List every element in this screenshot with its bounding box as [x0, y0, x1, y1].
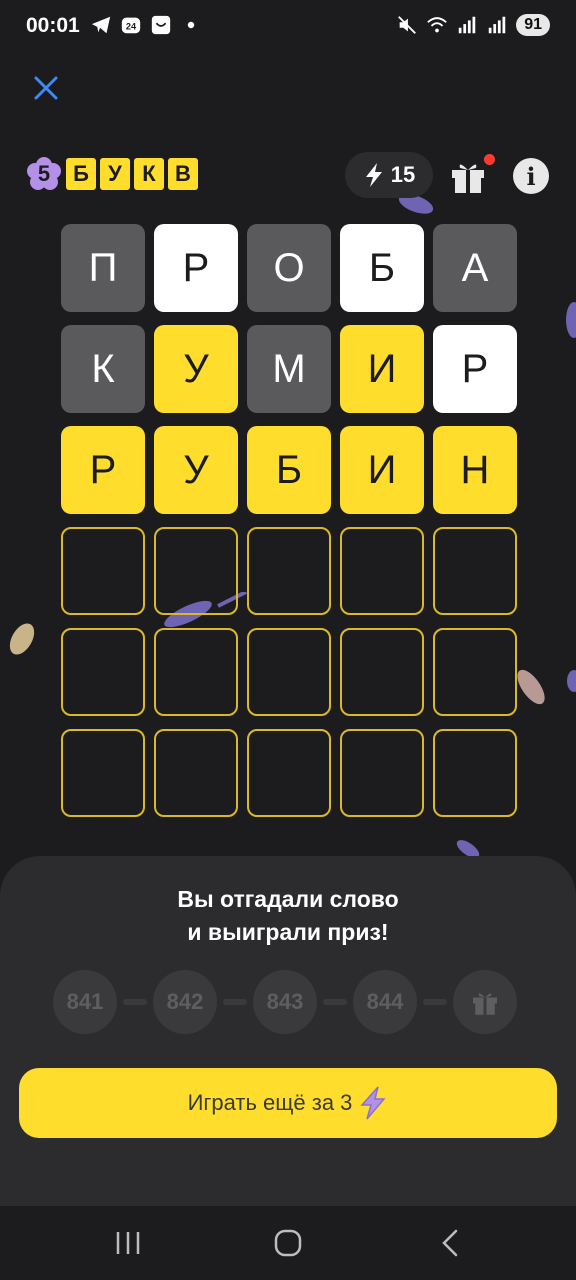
logo-letter: Б: [66, 158, 96, 190]
energy-count: 15: [390, 162, 416, 187]
close-icon[interactable]: [28, 70, 64, 106]
empty-tile: [154, 729, 238, 817]
play-again-label: Играть ещё за 3: [187, 1090, 353, 1115]
empty-tile: [61, 628, 145, 716]
result-line-1: Вы отгадали слово: [177, 886, 399, 912]
letter-tile: У: [154, 426, 238, 514]
info-icon[interactable]: i: [513, 158, 549, 194]
empty-tile: [433, 729, 517, 817]
letter-tile: М: [247, 325, 331, 413]
decorative-leaf: [517, 669, 545, 705]
letter-tile: Р: [433, 325, 517, 413]
empty-tile: [247, 628, 331, 716]
progress-connector: [123, 999, 147, 1005]
progress-step: 843: [253, 970, 317, 1034]
logo-number: 5: [37, 161, 51, 186]
progress-step: 844: [353, 970, 417, 1034]
empty-tile: [433, 527, 517, 615]
progress-connector: [323, 999, 347, 1005]
empty-tile: [154, 527, 238, 615]
progress-step: 842: [153, 970, 217, 1034]
progress-connector: [423, 999, 447, 1005]
logo-letter: В: [168, 158, 198, 190]
empty-tile: [340, 628, 424, 716]
letter-tile: Р: [154, 224, 238, 312]
progress-connector: [223, 999, 247, 1005]
prize-progress: 841 842 843 844: [53, 970, 517, 1034]
svg-text:24: 24: [126, 22, 137, 32]
lightning-icon: [360, 1086, 387, 1120]
notification-dot: [484, 154, 495, 165]
letter-tile: О: [247, 224, 331, 312]
decorative-leaf: [566, 302, 576, 338]
progress-gift-step: [453, 970, 517, 1034]
result-message: Вы отгадали слово и выиграли приз!: [0, 883, 576, 949]
game-board: ПРОБАКУМИРРУБИН: [61, 224, 517, 817]
letter-tile: К: [61, 325, 145, 413]
lightning-icon: [365, 163, 382, 187]
gift-icon: [473, 993, 497, 1015]
telegram-icon: [91, 16, 111, 34]
signal-icon: [458, 16, 476, 34]
empty-tile: [340, 729, 424, 817]
progress-step: 841: [53, 970, 117, 1034]
letter-tile: Н: [433, 426, 517, 514]
game-logo: 5 Б У К В: [26, 156, 198, 192]
wifi-icon: [427, 17, 447, 33]
empty-tile: [433, 628, 517, 716]
empty-tile: [340, 527, 424, 615]
letter-tile: Б: [340, 224, 424, 312]
message-icon: [151, 15, 171, 35]
letter-tile: Р: [61, 426, 145, 514]
letter-tile: И: [340, 325, 424, 413]
empty-tile: [61, 527, 145, 615]
home-icon[interactable]: [268, 1228, 308, 1258]
decorative-leaf: [567, 670, 576, 692]
system-nav-bar: [0, 1206, 576, 1280]
letter-tile: У: [154, 325, 238, 413]
battery-indicator: 91: [516, 14, 550, 36]
letter-tile: И: [340, 426, 424, 514]
empty-tile: [247, 527, 331, 615]
flower-badge-icon: 5: [26, 156, 62, 192]
recent-apps-icon[interactable]: [108, 1228, 148, 1258]
back-icon[interactable]: [430, 1228, 470, 1258]
decorative-leaf: [9, 623, 35, 655]
result-line-2: и выиграли приз!: [187, 919, 389, 945]
status-bar: 00:01 24 91: [0, 0, 576, 54]
status-time: 00:01: [26, 14, 80, 37]
mute-icon: [398, 16, 417, 34]
empty-tile: [247, 729, 331, 817]
empty-tile: [154, 628, 238, 716]
letter-tile: А: [433, 224, 517, 312]
dot-icon: [187, 21, 195, 29]
calendar-24-icon: 24: [121, 17, 141, 34]
letter-tile: Б: [247, 426, 331, 514]
signal-icon: [488, 16, 506, 34]
logo-letter: К: [134, 158, 164, 190]
logo-letter: У: [100, 158, 130, 190]
play-again-button[interactable]: Играть ещё за 3: [19, 1068, 557, 1138]
gift-icon[interactable]: [448, 156, 488, 196]
energy-counter[interactable]: 15: [345, 152, 433, 198]
letter-tile: П: [61, 224, 145, 312]
empty-tile: [61, 729, 145, 817]
